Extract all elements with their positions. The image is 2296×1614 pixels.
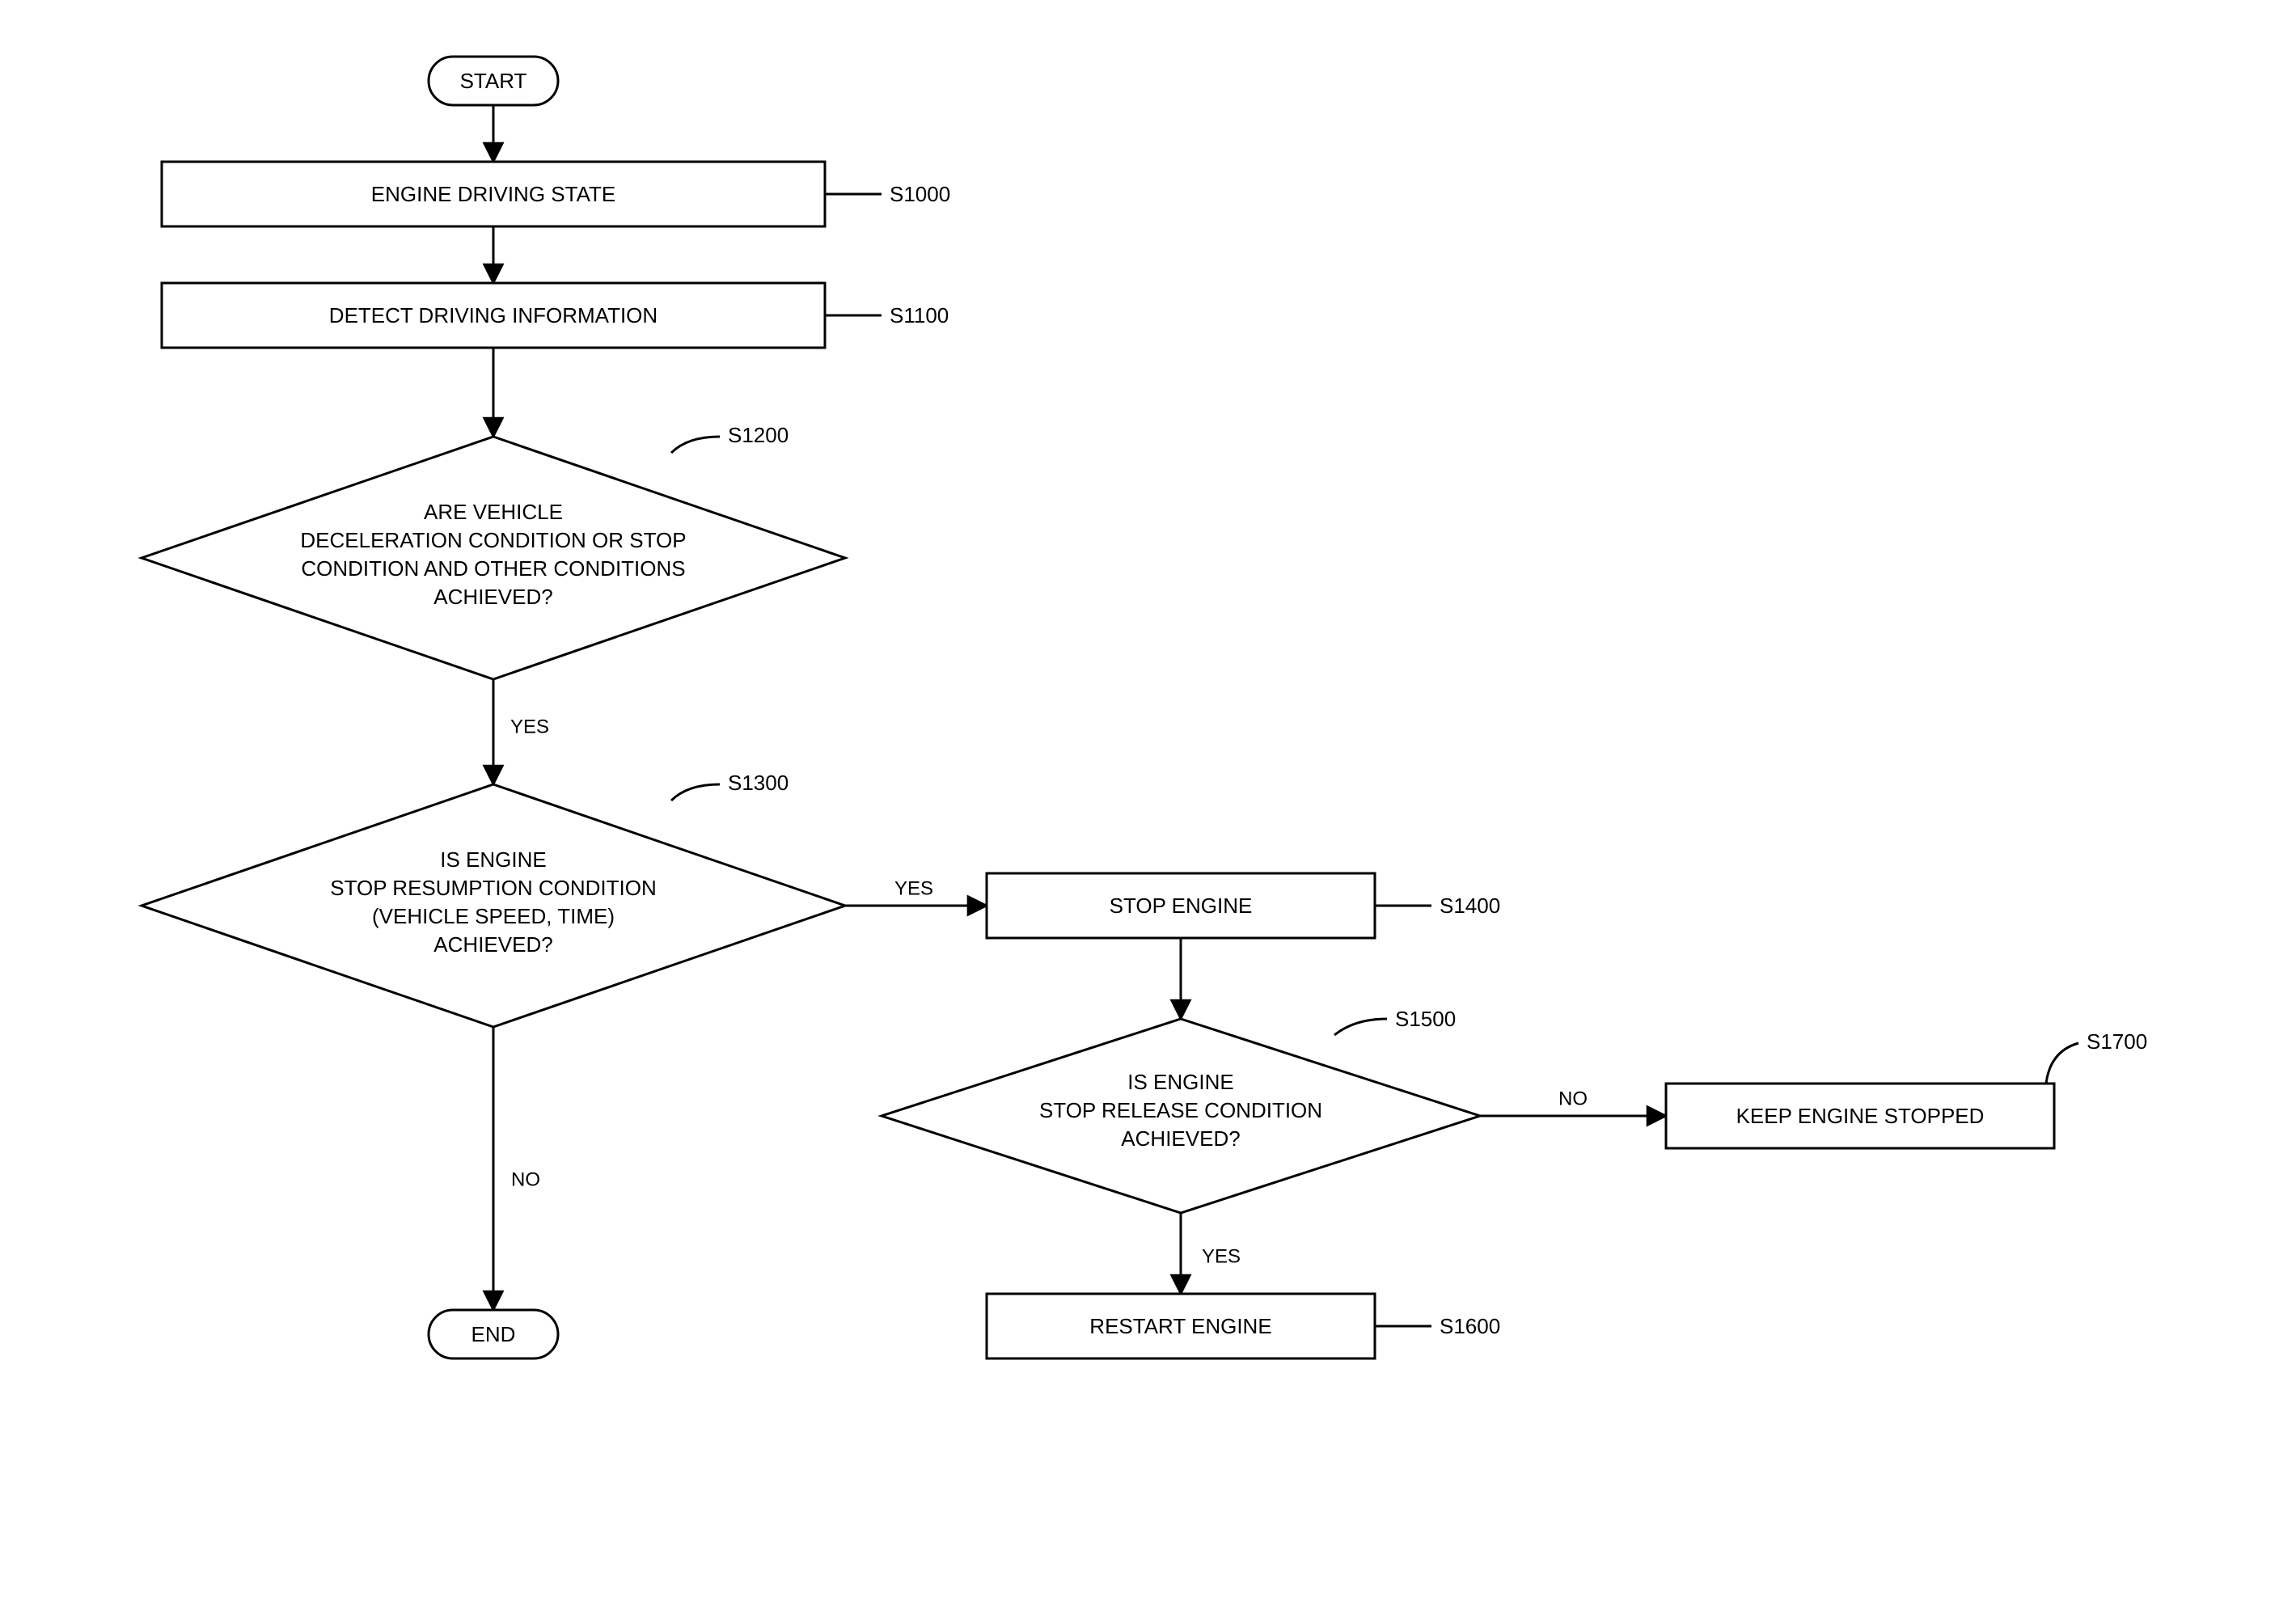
label-leader	[2046, 1043, 2078, 1084]
edge-yes-label: YES	[1202, 1245, 1241, 1267]
edge-no-label: NO	[1558, 1088, 1588, 1109]
decision-s1300-label: S1300	[728, 771, 789, 795]
decision-s1300-l4: ACHIEVED?	[433, 932, 552, 957]
decision-s1200-l2: DECELERATION CONDITION OR STOP	[300, 528, 686, 552]
terminal-end-text: END	[471, 1322, 516, 1346]
decision-s1200-l3: CONDITION AND OTHER CONDITIONS	[301, 556, 685, 581]
process-s1400-label: S1400	[1440, 894, 1500, 918]
process-s1600-label: S1600	[1440, 1314, 1500, 1338]
decision-s1200-label: S1200	[728, 423, 789, 447]
process-s1600-text: RESTART ENGINE	[1089, 1314, 1271, 1338]
process-s1100-label: S1100	[890, 303, 949, 327]
terminal-start-text: START	[460, 69, 527, 93]
process-s1400-text: STOP ENGINE	[1110, 894, 1253, 918]
process-s1700-label: S1700	[2087, 1029, 2147, 1054]
edge-no-label: NO	[511, 1168, 540, 1190]
decision-s1300-l1: IS ENGINE	[440, 847, 546, 872]
flowchart: START ENGINE DRIVING STATE S1000 DETECT …	[0, 0, 2296, 1614]
decision-s1300-l2: STOP RESUMPTION CONDITION	[330, 876, 657, 900]
label-leader	[1334, 1019, 1387, 1035]
decision-s1500-label: S1500	[1395, 1007, 1456, 1031]
decision-s1300-l3: (VEHICLE SPEED, TIME)	[372, 904, 615, 928]
label-leader	[671, 437, 720, 453]
edge-yes-label: YES	[894, 877, 933, 899]
decision-s1200-l4: ACHIEVED?	[433, 585, 552, 609]
process-s1100-text: DETECT DRIVING INFORMATION	[329, 303, 658, 327]
process-s1000-label: S1000	[890, 182, 950, 206]
label-leader	[671, 784, 720, 801]
process-s1700-text: KEEP ENGINE STOPPED	[1736, 1104, 1985, 1128]
decision-s1500-l3: ACHIEVED?	[1121, 1126, 1240, 1151]
decision-s1500-l2: STOP RELEASE CONDITION	[1039, 1098, 1322, 1122]
edge-yes-label: YES	[510, 716, 549, 737]
decision-s1200-l1: ARE VEHICLE	[424, 500, 563, 524]
decision-s1500-l1: IS ENGINE	[1127, 1070, 1233, 1094]
process-s1000-text: ENGINE DRIVING STATE	[371, 182, 615, 206]
